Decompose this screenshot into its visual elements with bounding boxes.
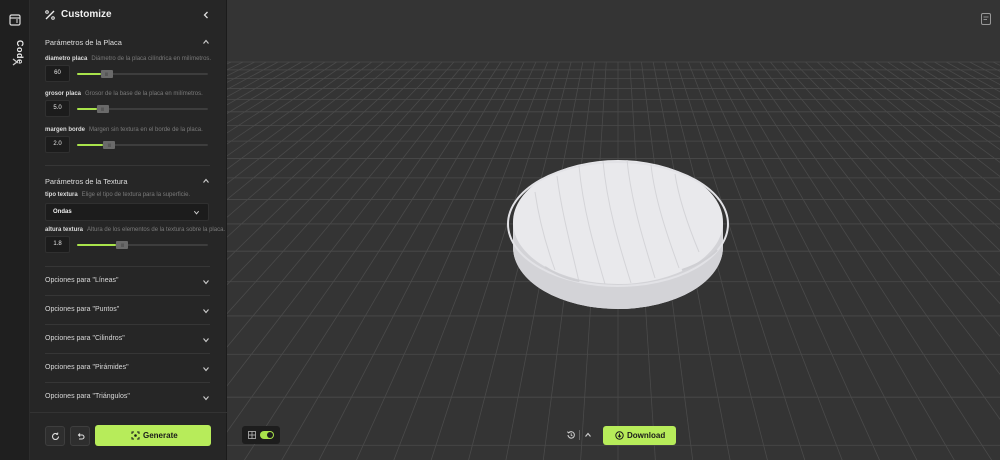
param-description: Altura de los elementos de la textura so… xyxy=(87,227,226,233)
select-value: Ondas xyxy=(53,209,72,215)
section-title: Parámetros de la Textura xyxy=(45,177,128,186)
notes-icon[interactable] xyxy=(979,12,993,26)
param-label: tipo textura Elige el tipo de textura par… xyxy=(45,192,191,198)
param-label: altura textura Altura de los elementos de… xyxy=(45,227,226,233)
param-label: margen borde Margen sin textura en el bor… xyxy=(45,127,203,133)
options-piramides[interactable]: Opciones para "Pirámides" xyxy=(45,353,210,382)
options-lineas[interactable]: Opciones para "Líneas" xyxy=(45,266,210,295)
generate-button[interactable]: Generate xyxy=(95,425,211,446)
grid-icon xyxy=(248,431,256,439)
param-grosor-placa: grosor placa Grosor de la base de la plac… xyxy=(45,91,210,119)
slider-thumb[interactable]: ||| xyxy=(103,141,116,149)
panel-footer: Generate xyxy=(30,412,227,460)
param-diametro-placa: diametro placa Diámetro de la placa cilín… xyxy=(45,56,212,84)
slider-fill xyxy=(77,144,104,146)
param-description: Diámetro de la placa cilíndrica en milím… xyxy=(91,56,212,62)
chevron-down-icon xyxy=(203,280,209,285)
download-button[interactable]: Download xyxy=(603,426,676,445)
option-label: Opciones para "Triángulos" xyxy=(45,393,130,400)
collapse-panel-icon[interactable] xyxy=(201,10,211,20)
margen-borde-input[interactable]: 2.0 xyxy=(45,136,70,153)
toggle-knob xyxy=(267,432,273,438)
customize-panel: Customize Parámetros de la Placa diametr… xyxy=(30,0,227,460)
option-label: Opciones para "Pirámides" xyxy=(45,364,129,371)
diametro-placa-input[interactable]: 60 xyxy=(45,65,70,82)
generate-label: Generate xyxy=(143,431,178,440)
grosor-placa-slider[interactable]: ||| xyxy=(77,105,208,113)
customize-icon xyxy=(45,10,55,20)
slider-fill xyxy=(77,73,101,75)
param-tipo-textura: tipo textura Elige el tipo de textura par… xyxy=(45,192,210,202)
param-label: grosor placa Grosor de la base de la plac… xyxy=(45,91,203,97)
code-rail[interactable]: Code xyxy=(0,0,30,460)
ground-grid xyxy=(227,0,1000,460)
grid-toggle-switch[interactable] xyxy=(260,431,274,439)
option-label: Opciones para "Cilindros" xyxy=(45,335,125,342)
slider-fill xyxy=(77,108,97,110)
toolbar-separator xyxy=(579,430,580,440)
panel-header: Customize xyxy=(30,0,227,30)
section-divider xyxy=(45,165,210,166)
tipo-textura-select[interactable]: Ondas xyxy=(45,203,209,221)
chevron-up-icon xyxy=(203,178,209,183)
panel-title: Customize xyxy=(61,9,112,20)
section-placa-header[interactable]: Parámetros de la Placa xyxy=(45,35,210,49)
margen-borde-slider[interactable]: ||| xyxy=(77,141,208,149)
slider-thumb[interactable]: ||| xyxy=(116,241,129,249)
chevron-up-icon xyxy=(203,39,209,44)
undo-icon xyxy=(77,433,85,440)
plate-model[interactable] xyxy=(507,159,729,309)
altura-textura-input[interactable]: 1.8 xyxy=(45,236,70,253)
options-puntos[interactable]: Opciones para "Puntos" xyxy=(45,295,210,324)
chevron-down-icon xyxy=(203,367,209,372)
undo-button[interactable] xyxy=(70,426,90,446)
options-triangulos[interactable]: Opciones para "Triángulos" xyxy=(45,382,210,411)
download-label: Download xyxy=(627,431,666,440)
3d-viewport[interactable]: Download xyxy=(227,0,1000,460)
slider-thumb[interactable]: ||| xyxy=(96,105,109,113)
chevron-down-icon xyxy=(203,396,209,401)
option-label: Opciones para "Puntos" xyxy=(45,306,120,313)
grosor-placa-input[interactable]: 5.0 xyxy=(45,100,70,117)
refresh-icon xyxy=(51,432,60,440)
param-description: Elige el tipo de textura para la superfi… xyxy=(81,192,191,198)
section-textura-header[interactable]: Parámetros de la Textura xyxy=(45,174,210,188)
panel-scroll-area[interactable]: Parámetros de la Placa diametro placa Diá… xyxy=(30,30,227,412)
option-label: Opciones para "Líneas" xyxy=(45,277,119,284)
reset-button[interactable] xyxy=(45,426,65,446)
diametro-placa-slider[interactable]: ||| xyxy=(77,70,208,78)
slider-fill xyxy=(77,244,117,246)
chevron-down-icon xyxy=(203,338,209,343)
param-margen-borde: margen borde Margen sin textura en el bor… xyxy=(45,127,210,155)
generate-icon xyxy=(131,431,140,440)
history-icon[interactable] xyxy=(566,430,576,440)
options-cilindros[interactable]: Opciones para "Cilindros" xyxy=(45,324,210,353)
param-description: Margen sin textura en el borde de la pla… xyxy=(89,127,203,133)
altura-textura-slider[interactable]: ||| xyxy=(77,241,208,249)
chevron-up-icon[interactable] xyxy=(583,430,593,440)
chevron-down-icon xyxy=(193,210,200,215)
code-panel-icon xyxy=(9,14,21,26)
param-label: diametro placa Diámetro de la placa cilín… xyxy=(45,56,212,62)
grid-toggle[interactable] xyxy=(242,426,280,444)
section-title: Parámetros de la Placa xyxy=(45,38,122,47)
param-description: Grosor de la base de la placa en milímet… xyxy=(85,91,203,97)
chevron-down-icon xyxy=(203,309,209,314)
param-altura-textura: altura textura Altura de los elementos de… xyxy=(45,227,225,255)
download-icon xyxy=(615,431,624,440)
slider-thumb[interactable]: ||| xyxy=(100,70,113,78)
chevron-right-icon[interactable] xyxy=(10,57,20,67)
